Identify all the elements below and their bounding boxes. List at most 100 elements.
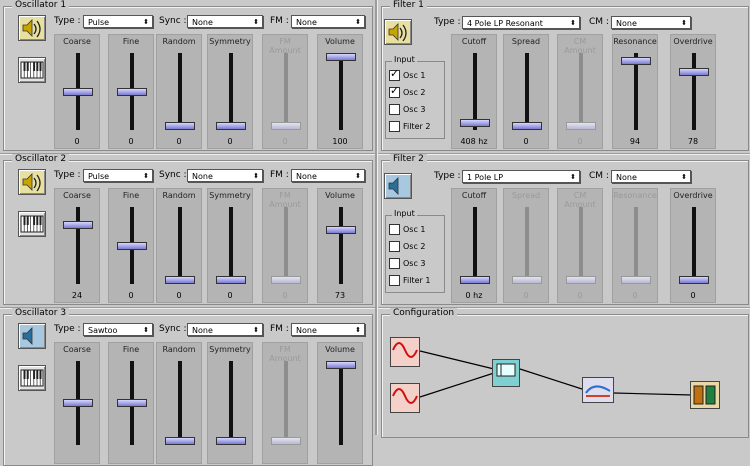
input-checkbox-filter-2[interactable]: Filter 2	[389, 121, 430, 132]
slider-thumb[interactable]	[679, 276, 709, 284]
input-checkbox-osc-2[interactable]: Osc 2	[389, 241, 426, 252]
slider-random[interactable]: Random 0	[156, 34, 202, 149]
checkbox[interactable]	[389, 224, 400, 235]
slider-thumb[interactable]	[271, 437, 301, 445]
slider-cutoff[interactable]: Cutoff 0 hz	[451, 188, 497, 303]
slider-symmetry[interactable]: Symmetry	[207, 342, 253, 464]
slider-thumb[interactable]	[621, 276, 651, 284]
sync-dropdown[interactable]: None ⬍	[187, 15, 263, 28]
checkbox[interactable]	[389, 84, 400, 98]
slider-thumb[interactable]	[566, 276, 596, 284]
slider-symmetry[interactable]: Symmetry 0	[207, 34, 253, 149]
slider-thumb[interactable]	[566, 122, 596, 130]
speaker-on-icon[interactable]	[18, 169, 46, 195]
slider-resonance[interactable]: Resonance 0	[612, 188, 658, 303]
slider-thumb[interactable]	[271, 276, 301, 284]
slider-thumb[interactable]	[512, 276, 542, 284]
cm-dropdown[interactable]: None ⬍	[611, 16, 691, 29]
slider-thumb[interactable]	[165, 122, 195, 130]
speaker-on-icon[interactable]	[384, 19, 412, 45]
slider-thumb[interactable]	[621, 57, 651, 66]
keyboard-icon[interactable]	[18, 57, 46, 83]
slider-thumb[interactable]	[216, 437, 246, 445]
slider-coarse[interactable]: Coarse	[54, 342, 100, 464]
slider-symmetry[interactable]: Symmetry 0	[207, 188, 253, 303]
filter-type-dropdown[interactable]: 1 Pole LP ⬍	[462, 170, 580, 183]
slider-track[interactable]	[229, 53, 233, 130]
slider-thumb[interactable]	[326, 361, 356, 369]
config-mixer-node[interactable]	[582, 377, 614, 403]
slider-track[interactable]	[229, 361, 233, 445]
fm-dropdown[interactable]: None ⬍	[291, 15, 365, 28]
slider-cutoff[interactable]: Cutoff 408 hz	[451, 34, 497, 149]
slider-track[interactable]	[579, 53, 583, 130]
slider-thumb[interactable]	[460, 118, 490, 127]
slider-overdrive[interactable]: Overdrive 78	[670, 34, 716, 149]
keyboard-icon[interactable]	[18, 365, 46, 391]
slider-track[interactable]	[178, 53, 182, 130]
slider-track[interactable]	[284, 207, 288, 284]
sync-dropdown[interactable]: None ⬍	[187, 323, 263, 336]
slider-cm-amount[interactable]: CM Amount 0	[557, 188, 603, 303]
slider-spread[interactable]: Spread 0	[503, 34, 549, 149]
slider-fine[interactable]: Fine 0	[108, 188, 154, 303]
slider-fm-amount[interactable]: FM Amount 0	[262, 34, 308, 149]
slider-thumb[interactable]	[63, 87, 93, 96]
slider-thumb[interactable]	[216, 122, 246, 130]
speaker-off-icon[interactable]	[18, 323, 46, 349]
slider-thumb[interactable]	[512, 122, 542, 130]
slider-track[interactable]	[579, 207, 583, 284]
config-filter-node[interactable]	[492, 359, 520, 387]
slider-fm-amount[interactable]: FM Amount 0	[262, 188, 308, 303]
fm-dropdown[interactable]: None ⬍	[291, 169, 365, 182]
slider-thumb[interactable]	[165, 276, 195, 284]
input-checkbox-filter-1[interactable]: Filter 1	[389, 275, 430, 286]
slider-cm-amount[interactable]: CM Amount 0	[557, 34, 603, 149]
slider-fine[interactable]: Fine	[108, 342, 154, 464]
speaker-off-icon[interactable]	[384, 173, 412, 199]
slider-thumb[interactable]	[460, 276, 490, 284]
type-dropdown[interactable]: Sawtoo ⬍	[83, 323, 153, 336]
slider-thumb[interactable]	[679, 68, 709, 77]
type-dropdown[interactable]: Pulse ⬍	[83, 15, 153, 28]
slider-thumb[interactable]	[117, 399, 147, 407]
checkbox[interactable]	[389, 67, 400, 81]
config-output-node[interactable]	[690, 381, 720, 409]
input-checkbox-osc-1[interactable]: Osc 1	[389, 224, 426, 235]
slider-track[interactable]	[339, 361, 343, 445]
slider-track[interactable]	[525, 53, 529, 130]
slider-coarse[interactable]: Coarse 24	[54, 188, 100, 303]
type-dropdown[interactable]: Pulse ⬍	[83, 169, 153, 182]
slider-coarse[interactable]: Coarse 0	[54, 34, 100, 149]
cm-dropdown[interactable]: None ⬍	[611, 170, 691, 183]
slider-track[interactable]	[339, 207, 343, 284]
slider-track[interactable]	[339, 53, 343, 130]
checkbox[interactable]	[389, 241, 400, 252]
checkbox[interactable]	[389, 104, 400, 115]
slider-track[interactable]	[76, 207, 80, 284]
slider-volume[interactable]: Volume 100	[317, 34, 363, 149]
slider-track[interactable]	[284, 53, 288, 130]
slider-thumb[interactable]	[326, 225, 356, 234]
slider-thumb[interactable]	[63, 399, 93, 407]
slider-spread[interactable]: Spread 0	[503, 188, 549, 303]
slider-track[interactable]	[178, 361, 182, 445]
slider-track[interactable]	[692, 53, 696, 130]
input-checkbox-osc-1[interactable]: Osc 1	[389, 67, 426, 81]
slider-thumb[interactable]	[216, 276, 246, 284]
slider-track[interactable]	[525, 207, 529, 284]
slider-volume[interactable]: Volume 73	[317, 188, 363, 303]
slider-track[interactable]	[178, 207, 182, 284]
slider-volume[interactable]: Volume	[317, 342, 363, 464]
slider-track[interactable]	[634, 207, 638, 284]
config-oscillator-2[interactable]	[390, 383, 420, 413]
keyboard-icon[interactable]	[18, 211, 46, 237]
slider-thumb[interactable]	[63, 220, 93, 229]
slider-track[interactable]	[229, 207, 233, 284]
slider-resonance[interactable]: Resonance 94	[612, 34, 658, 149]
slider-thumb[interactable]	[271, 122, 301, 130]
slider-track[interactable]	[284, 361, 288, 445]
slider-fine[interactable]: Fine 0	[108, 34, 154, 149]
slider-random[interactable]: Random 0	[156, 188, 202, 303]
slider-track[interactable]	[473, 207, 477, 284]
